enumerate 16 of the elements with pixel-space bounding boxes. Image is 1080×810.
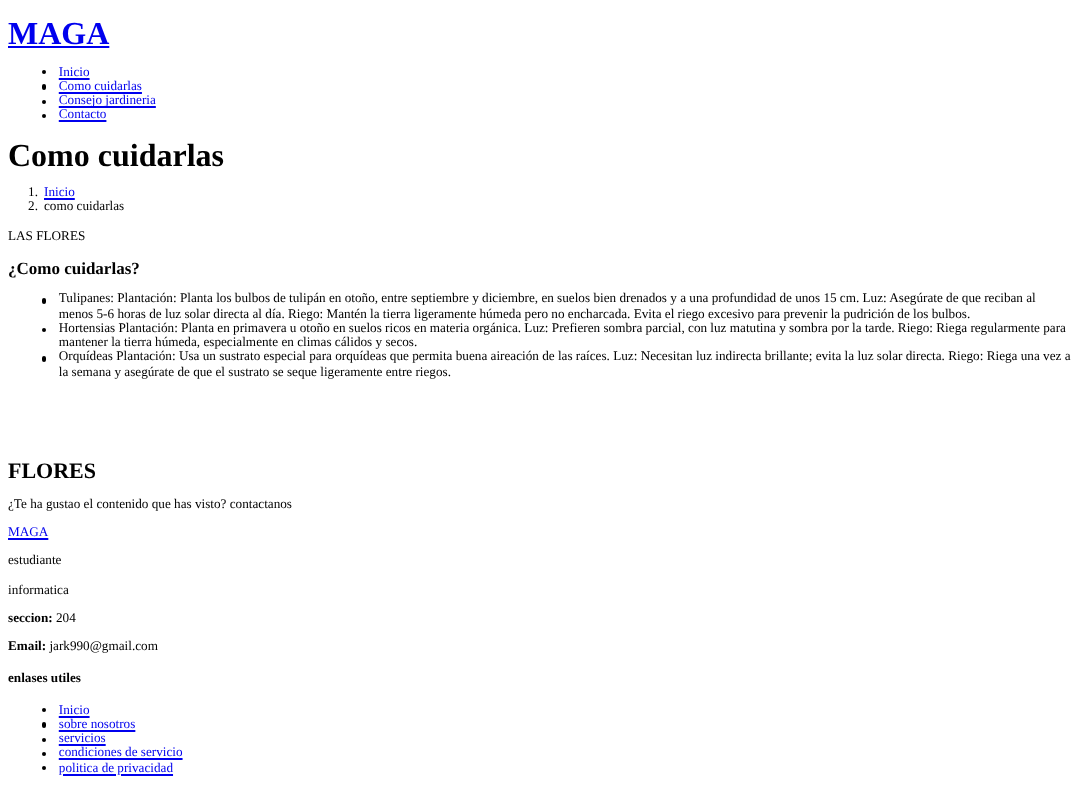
bullet-icon bbox=[42, 99, 47, 104]
bullet-icon bbox=[42, 327, 47, 333]
footer-title: FLORES bbox=[8, 459, 99, 484]
bullet-icon bbox=[42, 356, 47, 362]
bullet-icon bbox=[42, 737, 47, 742]
site-logo[interactable]: MAGA bbox=[8, 18, 110, 54]
bullet-icon bbox=[42, 298, 47, 304]
bullet-icon bbox=[42, 113, 47, 119]
bullet-icon bbox=[42, 84, 47, 90]
bullet-icon bbox=[42, 708, 47, 713]
section-heading: ¿Como cuidarlas? bbox=[8, 259, 142, 279]
bullet-icon bbox=[42, 766, 47, 771]
bullet-icon bbox=[42, 70, 47, 75]
page-title: Como cuidarlas bbox=[8, 139, 226, 175]
bullet-icon bbox=[42, 722, 47, 728]
bullet-icon bbox=[42, 751, 47, 757]
